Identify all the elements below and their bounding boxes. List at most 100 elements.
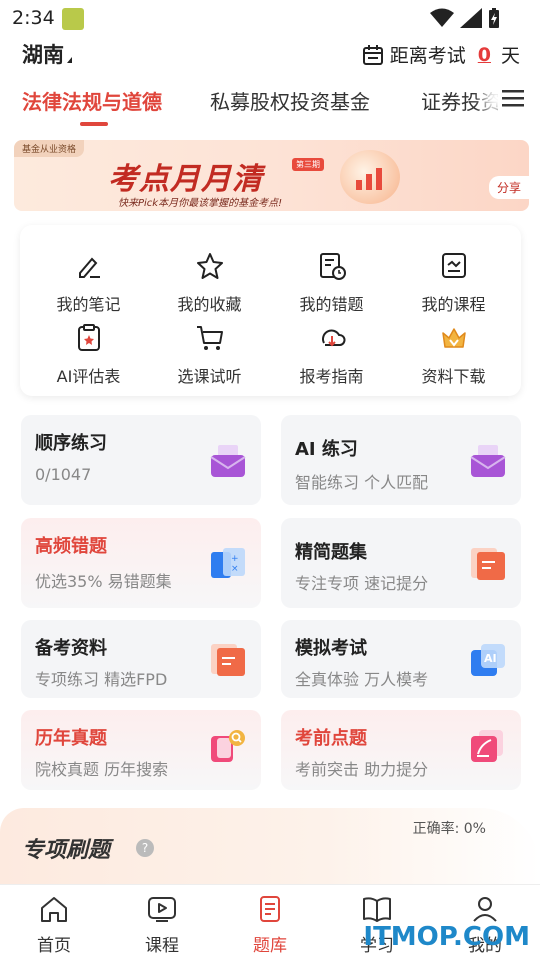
folder-icon [471,548,505,580]
menu-icon[interactable] [498,86,528,112]
quick-link-label: 我的笔记 [56,295,121,314]
quick-link-label: 资料下载 [421,367,486,386]
quick-link-ai-assessment[interactable]: AI评估表 [26,323,151,393]
cart-icon [196,326,223,350]
region-selector[interactable]: 湖南 [22,39,72,69]
practice-subtitle: 全真体验 万人模考 [295,670,429,689]
past-papers-card[interactable]: 历年真题 院校真题 历年搜索 [21,710,261,790]
quick-link-exam-guide[interactable]: 报考指南 [269,323,394,393]
note-edit-icon [78,257,100,278]
quick-links-card: 我的笔记 我的收藏 我的错题 我的课程 AI评估表 选课试听 报考指南 资料下载 [20,225,521,396]
practice-title: 模拟考试 [295,638,367,659]
nav-question-bank[interactable]: 题库 [230,895,310,956]
watermark: ITMOP.COM [363,922,530,952]
pre-exam-tips-card[interactable]: 考前点题 考前突击 助力提分 [281,710,521,790]
home-icon [41,897,67,922]
ai-practice-card[interactable]: AI 练习 智能练习 个人匹配 [281,415,521,505]
nav-label: 课程 [145,936,179,956]
countdown-unit: 天 [500,45,520,67]
region-label: 湖南 [22,43,64,67]
practice-title: 精简题集 [295,542,367,563]
banner-title: 考点月月清 [108,162,263,197]
wrong-questions-icon [319,253,346,280]
play-icon [148,897,176,922]
practice-subtitle: 考前突击 助力提分 [295,760,429,779]
quick-link-wrong-questions[interactable]: 我的错题 [269,251,394,321]
quick-link-courses[interactable]: 我的课程 [391,251,516,321]
concise-set-card[interactable]: 精简题集 专注专项 速记提分 [281,518,521,608]
practice-subtitle: 专项练习 精选FPD [35,670,168,689]
envelope-icon [210,445,246,477]
chart-illustration-icon [340,150,400,204]
banner-badge: 第三期 [292,158,324,171]
tab-securities[interactable]: 证券投资 [421,86,501,115]
practice-subtitle: 0/1047 [35,465,92,484]
wifi-icon [430,8,454,27]
status-time: 2:34 [12,7,55,29]
practice-title: 顺序练习 [35,433,107,454]
question-bank-icon [260,896,280,922]
quick-link-favorites[interactable]: 我的收藏 [147,251,272,321]
quick-link-downloads[interactable]: 资料下载 [391,323,516,393]
quick-link-trial-class[interactable]: 选课试听 [147,323,272,393]
signal-icon [460,8,482,28]
tab-law[interactable]: 法律法规与道德 [22,86,162,115]
calculator-icon: +× [211,548,245,578]
practice-title: 考前点题 [295,728,367,749]
accuracy-rate: 正确率: 0% [412,821,486,837]
prep-materials-card[interactable]: 备考资料 专项练习 精选FPD [21,620,261,698]
caret-icon [67,57,72,63]
share-button[interactable]: 分享 [488,176,529,199]
promo-banner[interactable]: 基金从业资格 考点月月清 第三期 快来Pick本月你最该掌握的基金考点! 分享 [14,140,529,211]
star-icon [196,253,223,279]
ai-assessment-icon [77,324,100,351]
practice-subtitle: 优选35% 易错题集 [35,572,172,591]
app-notification-icon [62,8,84,30]
frequent-errors-card[interactable]: 高频错题 优选35% 易错题集 + × [21,518,261,608]
practice-subtitle: 智能练习 个人匹配 [295,473,429,492]
book-icon [363,897,391,922]
nav-label: 首页 [37,936,71,956]
countdown-days: 0 [477,43,491,66]
help-icon[interactable]: ? [136,839,154,857]
document-icon [211,644,245,676]
crown-icon [441,328,466,348]
practice-title: 备考资料 [35,638,107,659]
quick-link-label: 我的收藏 [177,295,242,314]
quick-link-label: 报考指南 [299,367,364,386]
exam-countdown[interactable]: 距离考试 0 天 [362,41,520,68]
quick-link-notes[interactable]: 我的笔记 [26,251,151,321]
subject-tabs: 法律法规与道德 私募股权投资基金 证券投资 [0,80,540,130]
ai-envelope-icon [470,445,506,477]
mock-exam-card[interactable]: 模拟考试 全真体验 万人模考 AI [281,620,521,698]
banner-tag: 基金从业资格 [14,140,85,157]
status-indicators [430,8,500,28]
special-practice-section: 专项刷题 ? 正确率: 0% [0,808,540,884]
special-practice-title: 专项刷题 [22,838,111,863]
svg-text:AI: AI [484,652,497,665]
nav-label: 题库 [253,936,287,956]
calendar-icon [362,44,383,65]
ai-exam-icon: AI [471,644,505,676]
profile-icon [473,897,497,922]
header: 湖南 距离考试 0 天 [0,36,540,72]
nav-courses[interactable]: 课程 [122,895,202,956]
countdown-label: 距离考试 [389,45,466,67]
active-tab-indicator [80,122,108,126]
nav-home[interactable]: 首页 [14,895,94,956]
quick-link-label: 我的错题 [299,295,364,314]
svg-text:+: + [231,554,239,564]
practice-title: 历年真题 [35,728,107,749]
quick-link-label: 选课试听 [177,367,242,386]
practice-title: AI 练习 [295,439,358,460]
course-icon [441,253,466,278]
practice-subtitle: 专注专项 速记提分 [295,574,429,593]
quick-link-label: 我的课程 [421,295,486,314]
sequential-practice-card[interactable]: 顺序练习 0/1047 [21,415,261,505]
banner-subtitle: 快来Pick本月你最该掌握的基金考点! [118,198,283,209]
status-bar: 2:34 [0,0,540,36]
tab-private-equity[interactable]: 私募股权投资基金 [210,86,370,115]
pen-paper-icon [471,730,503,762]
download-guide-icon [321,329,346,347]
search-paper-icon [211,730,245,762]
